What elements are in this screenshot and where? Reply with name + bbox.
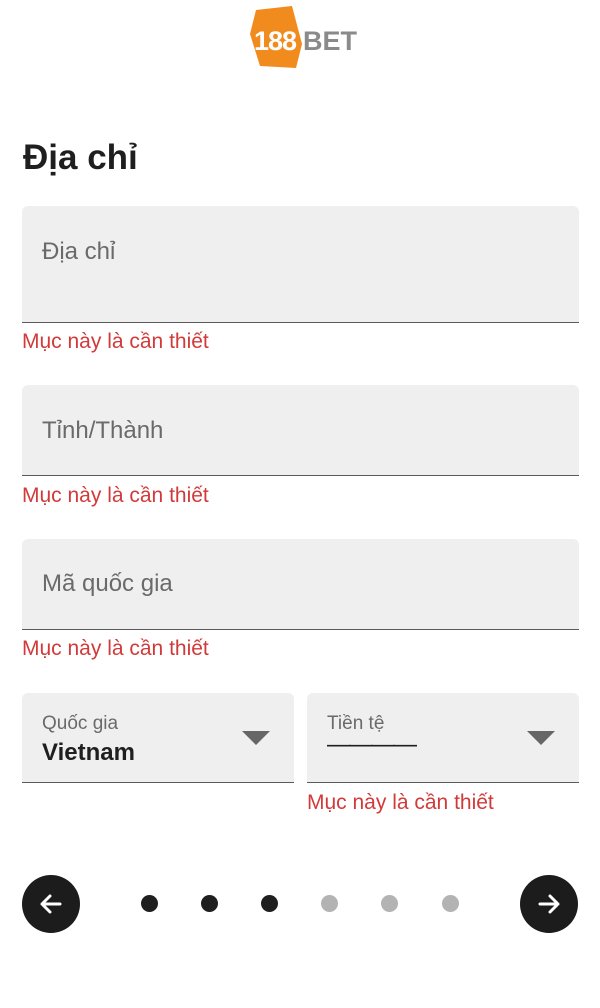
step-dot-2 bbox=[201, 895, 218, 912]
currency-value: ———— bbox=[327, 731, 417, 758]
chevron-down-icon bbox=[242, 731, 270, 745]
city-error: Mục này là cần thiết bbox=[22, 484, 209, 507]
country-value: Vietnam bbox=[42, 739, 135, 766]
postal-code-placeholder: Mã quốc gia bbox=[42, 570, 173, 597]
svg-text:BET: BET bbox=[303, 26, 358, 56]
brand-logo: 188 BET bbox=[248, 4, 358, 70]
step-dot-1 bbox=[141, 895, 158, 912]
step-dot-5 bbox=[381, 895, 398, 912]
arrow-right-icon bbox=[538, 894, 560, 914]
step-dot-3 bbox=[261, 895, 278, 912]
address-error: Mục này là cần thiết bbox=[22, 330, 209, 353]
chevron-down-icon bbox=[527, 731, 555, 745]
svg-text:188: 188 bbox=[254, 26, 297, 56]
currency-select[interactable]: Tiền tệ ———— bbox=[307, 693, 579, 783]
page-title: Địa chỉ bbox=[23, 138, 138, 177]
back-button[interactable] bbox=[22, 875, 80, 933]
postal-code-field[interactable]: Mã quốc gia bbox=[22, 539, 579, 630]
step-dot-4 bbox=[321, 895, 338, 912]
country-select[interactable]: Quốc gia Vietnam bbox=[22, 693, 294, 783]
next-button[interactable] bbox=[520, 875, 578, 933]
city-field[interactable]: Tỉnh/Thành bbox=[22, 385, 579, 476]
arrow-left-icon bbox=[40, 894, 62, 914]
step-dot-6 bbox=[442, 895, 459, 912]
postal-code-error: Mục này là cần thiết bbox=[22, 637, 209, 660]
currency-error: Mục này là cần thiết bbox=[307, 791, 494, 814]
address-placeholder: Địa chỉ bbox=[42, 238, 116, 265]
address-field[interactable]: Địa chỉ bbox=[22, 206, 579, 323]
country-label: Quốc gia bbox=[42, 713, 119, 734]
city-placeholder: Tỉnh/Thành bbox=[42, 417, 164, 444]
